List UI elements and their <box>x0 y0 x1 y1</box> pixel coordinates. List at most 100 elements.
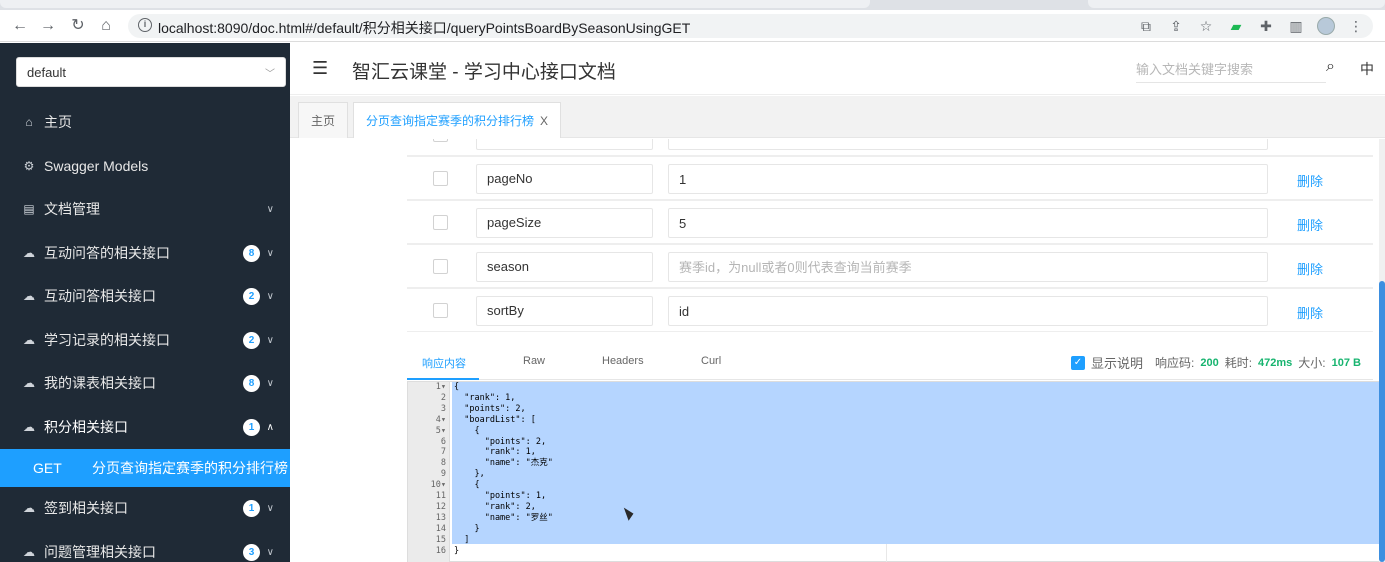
sidebar-item-points[interactable]: ☁ 积分相关接口 1 ∧ <box>0 406 290 450</box>
line-number: 3 <box>440 403 446 414</box>
puzzle-icon[interactable]: ✚ <box>1257 17 1275 35</box>
line-number: 11 <box>435 491 446 501</box>
extension-icon[interactable]: ▰ <box>1227 17 1245 35</box>
code-line: "rank": 2, <box>454 501 536 512</box>
delete-link[interactable]: 删除 <box>1297 215 1323 234</box>
param-value-input[interactable] <box>668 252 1268 282</box>
param-checkbox[interactable] <box>433 303 448 318</box>
profile-avatar[interactable] <box>1317 17 1335 35</box>
line-number: 1▾ <box>435 382 446 392</box>
tab-curl[interactable]: Curl <box>701 355 721 367</box>
code-line: "points": 1, <box>454 491 547 501</box>
param-name-input[interactable]: sortBy <box>476 296 653 326</box>
url-text[interactable]: localhost:8090/doc.html#/default/积分相关接口/… <box>158 18 690 38</box>
browser-tab[interactable] <box>0 0 870 8</box>
param-value-input[interactable] <box>668 164 1268 194</box>
line-number: 8 <box>440 458 446 469</box>
sidebar-item-label: 学习记录的相关接口 <box>44 331 170 348</box>
tab-response-content[interactable]: 响应内容 <box>422 355 466 371</box>
code-line: "boardList": [ <box>454 414 536 425</box>
scrollbar[interactable] <box>1379 139 1385 562</box>
response-editor[interactable]: 1▾ 2 3 4▾ 5▾ 6 7 8 9 10▾ 11 12 13 14 15 16 {… <box>407 381 1385 562</box>
chevron-down-icon: ∨ <box>266 546 274 558</box>
menu-toggle-icon[interactable]: ☰ <box>312 59 330 77</box>
code-line: "name": "杰克" <box>454 458 553 469</box>
language-toggle[interactable]: 中 <box>1360 59 1374 79</box>
sidebar-item-qa[interactable]: ☁ 互动问答相关接口 2 ∨ <box>0 275 290 319</box>
param-checkbox[interactable] <box>433 171 448 186</box>
time-label: 耗时: <box>1224 356 1253 370</box>
sidebar-item-label: 积分相关接口 <box>44 418 128 435</box>
search-input[interactable] <box>1136 57 1326 83</box>
sidebar-item-home[interactable]: ⌂ 主页 <box>0 101 290 145</box>
line-number: 13 <box>435 512 446 523</box>
delete-link[interactable]: 删除 <box>1297 259 1323 278</box>
size-label: 大小: <box>1298 356 1326 370</box>
cloud-icon: ☁ <box>23 332 35 347</box>
cloud-icon: ☁ <box>23 544 35 559</box>
param-value-input[interactable] <box>668 208 1268 238</box>
sidepanel-icon[interactable]: ▥ <box>1287 17 1305 35</box>
sidebar-item-qa-related[interactable]: ☁ 互动问答的相关接口 8 ∨ <box>0 232 290 276</box>
reload-icon[interactable]: ↻ <box>68 16 88 36</box>
home-icon[interactable]: ⌂ <box>96 16 116 36</box>
tab-raw[interactable]: Raw <box>523 355 545 367</box>
translate-icon[interactable]: ⧉ <box>1137 17 1155 35</box>
sidebar-item-learning-records[interactable]: ☁ 学习记录的相关接口 2 ∨ <box>0 319 290 363</box>
code-line: } <box>454 545 460 556</box>
code-line: }, <box>454 469 485 480</box>
tab-home[interactable]: 主页 <box>298 102 349 138</box>
param-name-input[interactable]: season <box>476 252 653 282</box>
param-name-input[interactable] <box>476 139 653 150</box>
chevron-down-icon: ∨ <box>266 204 274 215</box>
main-content: pageNo 删除 pageSize 删除 season 删除 sortBy 删… <box>290 139 1385 562</box>
param-value-input[interactable] <box>668 296 1268 326</box>
param-row: pageNo 删除 <box>407 156 1373 200</box>
delete-link[interactable]: 删除 <box>1297 303 1323 322</box>
param-name-input[interactable]: pageSize <box>476 208 653 238</box>
url-box[interactable]: i localhost:8090/doc.html#/default/积分相关接… <box>128 14 1373 38</box>
count-badge: 1 <box>243 500 260 517</box>
show-desc-label: 显示说明 <box>1090 356 1143 371</box>
sidebar-item-question-manage[interactable]: ☁ 问题管理相关接口 3 ∨ <box>0 531 290 562</box>
group-select[interactable]: default ﹀ <box>16 57 286 87</box>
app-header: ☰ 智汇云课堂 - 学习中心接口文档 ⌕ 中 <box>290 43 1385 95</box>
param-name-input[interactable]: pageNo <box>476 164 653 194</box>
param-value-input[interactable] <box>668 139 1268 150</box>
param-checkbox[interactable] <box>433 139 448 142</box>
line-number: 12 <box>435 501 446 512</box>
tab-label: 主页 <box>311 114 336 128</box>
show-desc-checkbox[interactable]: ✓ <box>1070 355 1085 370</box>
delete-link[interactable]: 删除 <box>1297 171 1323 190</box>
search-icon[interactable]: ⌕ <box>1326 58 1335 76</box>
close-icon[interactable]: X <box>540 114 548 128</box>
sidebar-item-swagger-models[interactable]: ⚙ Swagger Models <box>0 145 290 189</box>
param-checkbox[interactable] <box>433 259 448 274</box>
code-line: "points": 2, <box>454 403 526 414</box>
share-icon[interactable]: ⇪ <box>1167 17 1185 35</box>
sidebar-item-signin[interactable]: ☁ 签到相关接口 1 ∨ <box>0 487 290 531</box>
sidebar-item-doc-manage[interactable]: ▤ 文档管理 ∨ <box>0 188 290 232</box>
sidebar-item-label: 互动问答的相关接口 <box>44 244 170 261</box>
kebab-menu-icon[interactable]: ⋮ <box>1347 17 1365 35</box>
scrollbar-thumb[interactable] <box>1379 281 1385 562</box>
tab-points-board[interactable]: 分页查询指定赛季的积分排行榜 X <box>353 102 562 138</box>
group-select-value: default <box>27 65 67 80</box>
sidebar-subitem-points-board[interactable]: GET 分页查询指定赛季的积分排行榜 <box>0 449 290 487</box>
browser-tab[interactable] <box>1088 0 1385 8</box>
line-number: 6 <box>440 436 446 447</box>
chevron-down-icon: ∨ <box>266 503 274 514</box>
back-icon[interactable]: ← <box>10 16 30 36</box>
sidebar: default ﹀ ⌂ 主页 ⚙ Swagger Models ▤ 文档管理 ∨… <box>0 43 290 562</box>
info-icon[interactable]: i <box>138 18 152 32</box>
param-checkbox[interactable] <box>433 215 448 230</box>
tab-headers[interactable]: Headers <box>602 355 644 367</box>
browser-actions: ⧉ ⇪ ☆ ▰ ✚ ▥ ⋮ <box>1137 17 1365 35</box>
star-icon[interactable]: ☆ <box>1197 17 1215 35</box>
sidebar-item-my-courses[interactable]: ☁ 我的课表相关接口 8 ∨ <box>0 362 290 406</box>
sidebar-item-label: 我的课表相关接口 <box>44 375 156 391</box>
forward-icon[interactable]: → <box>38 16 58 36</box>
chevron-up-icon: ∧ <box>266 421 274 433</box>
response-tabs: 响应内容 Raw Headers Curl ✓ 显示说明 响应码: 200 耗时… <box>407 345 1373 380</box>
tab-label: 分页查询指定赛季的积分排行榜 <box>366 114 535 128</box>
